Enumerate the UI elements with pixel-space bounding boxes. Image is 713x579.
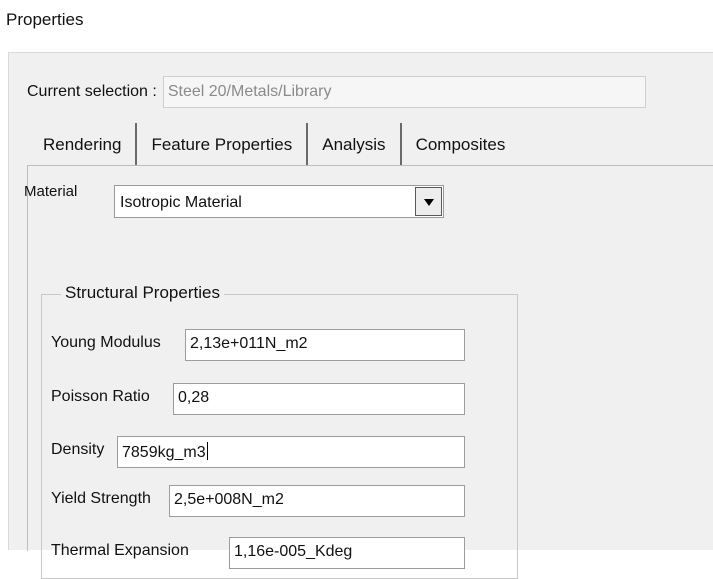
density-value: 7859kg_m3: [122, 444, 206, 461]
young-modulus-field[interactable]: 2,13e+011N_m2: [185, 329, 465, 361]
yield-strength-label: Yield Strength: [51, 490, 151, 507]
thermal-expansion-field[interactable]: 1,16e-005_Kdeg: [229, 537, 465, 569]
density-field[interactable]: 7859kg_m3: [117, 436, 465, 468]
material-selected-value: Isotropic Material: [120, 194, 242, 211]
properties-panel: Current selection : Steel 20/Metals/Libr…: [8, 52, 713, 579]
current-selection-row: Current selection : Steel 20/Metals/Libr…: [27, 76, 646, 108]
yield-strength-field[interactable]: 2,5e+008N_m2: [169, 485, 465, 517]
chevron-down-icon[interactable]: [415, 187, 442, 216]
structural-properties-legend: Structural Properties: [61, 283, 224, 303]
tab-analysis[interactable]: Analysis: [308, 123, 402, 165]
poisson-ratio-label: Poisson Ratio: [51, 388, 150, 405]
density-label: Density: [51, 441, 105, 458]
tab-rendering[interactable]: Rendering: [29, 123, 138, 165]
window-title: Properties: [6, 10, 84, 29]
current-selection-field: Steel 20/Metals/Library: [162, 76, 646, 108]
poisson-ratio-field[interactable]: 0,28: [173, 383, 465, 415]
young-modulus-label: Young Modulus: [51, 334, 161, 351]
tab-composites[interactable]: Composites: [402, 123, 520, 165]
thermal-expansion-label: Thermal Expansion: [51, 542, 189, 559]
material-select[interactable]: Isotropic Material: [114, 185, 444, 218]
current-selection-label: Current selection :: [27, 83, 157, 100]
tab-feature-properties[interactable]: Feature Properties: [137, 123, 309, 165]
tab-bar: Rendering Feature Properties Analysis Co…: [29, 123, 519, 165]
material-label: Material: [24, 183, 78, 200]
text-cursor: [206, 442, 208, 460]
